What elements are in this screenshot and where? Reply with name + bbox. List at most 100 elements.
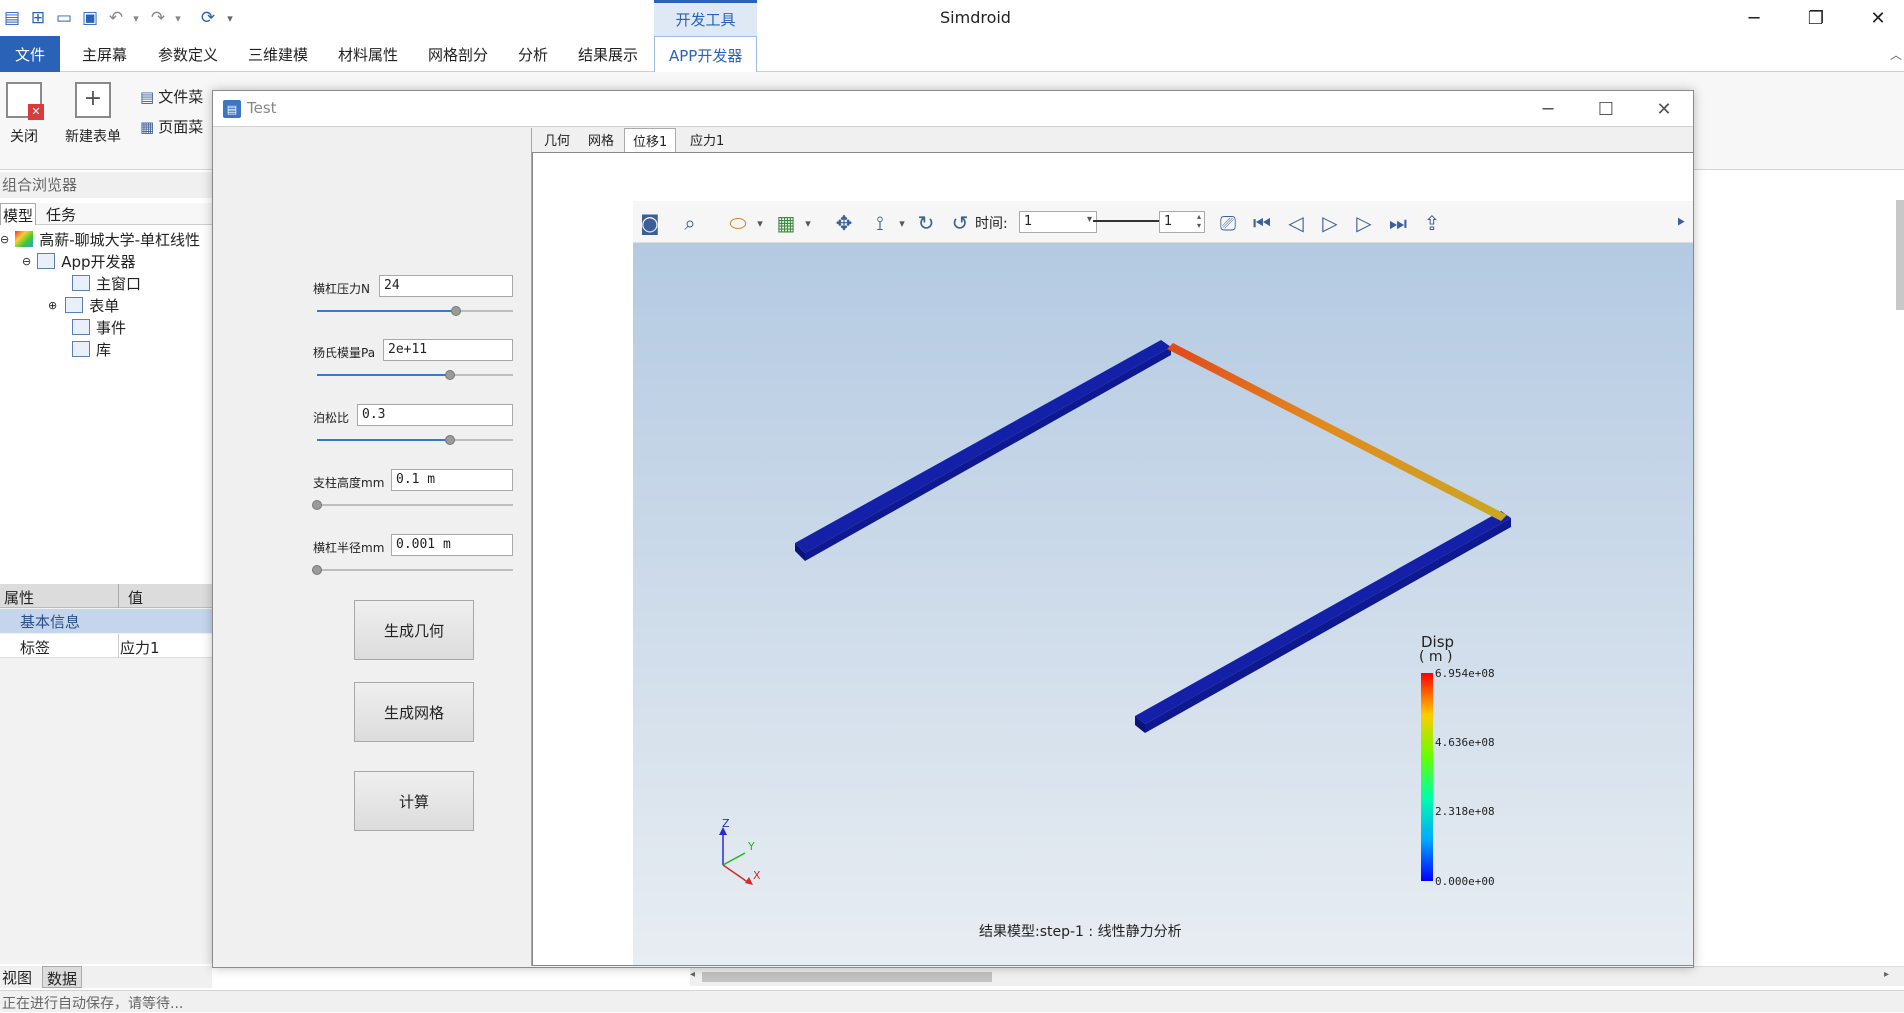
3d-scene[interactable]: Z Y X Disp ( m ) 6.954e+08 4.636e+08 2.3… xyxy=(633,243,1693,965)
restore-icon[interactable]: ❐ xyxy=(1786,0,1846,36)
library-icon xyxy=(72,341,90,357)
time-select-value: 1 xyxy=(1024,214,1033,229)
prev-frame-icon[interactable]: ◁ xyxy=(1283,211,1309,235)
poisson-ratio-input[interactable]: 0.3 xyxy=(357,404,513,426)
step-spinbox[interactable]: 1 ▴ ▾ xyxy=(1159,211,1205,233)
poisson-ratio-slider[interactable] xyxy=(317,435,513,445)
tree-node-project[interactable]: ⊖ 高薪-聊城大学-单杠线性 xyxy=(0,228,212,250)
axis-view-dropdown-icon[interactable]: ▾ xyxy=(889,211,915,235)
menu-analysis[interactable]: 分析 xyxy=(518,36,548,72)
tree-node-main-window[interactable]: 主窗口 xyxy=(0,272,212,294)
section-dropdown-icon[interactable]: ▾ xyxy=(747,211,773,235)
close-app-button[interactable]: ✕ 关闭 xyxy=(4,82,44,146)
property-row[interactable]: 标签 应力1 xyxy=(0,634,212,658)
scroll-right-icon[interactable]: ▸ xyxy=(1884,969,1889,980)
file-menu-button[interactable]: ▤ 文件菜 xyxy=(140,86,203,107)
save-icon[interactable]: ▣ xyxy=(78,6,102,30)
slider-handle[interactable] xyxy=(312,500,322,510)
tree-node-app-developer[interactable]: ⊖ App开发器 xyxy=(0,250,212,272)
redo-dropdown-icon[interactable]: ▾ xyxy=(166,6,190,30)
property-key: 标签 xyxy=(20,639,51,657)
rotate-ccw-icon[interactable]: ↺ xyxy=(947,211,973,235)
menu-meshing[interactable]: 网格剖分 xyxy=(428,36,488,72)
generate-geometry-button[interactable]: 生成几何 xyxy=(354,600,474,660)
collapse-icon[interactable]: ⊖ xyxy=(0,233,9,246)
zoom-search-icon[interactable]: ⌕ xyxy=(677,211,703,235)
generate-mesh-button[interactable]: 生成网格 xyxy=(354,682,474,742)
column-height-label: 支柱高度mm xyxy=(313,476,385,490)
bar-radius-input[interactable]: 0.001 m xyxy=(391,534,513,556)
column-height-slider[interactable] xyxy=(312,500,513,510)
tree-node-forms[interactable]: ⊕ 表单 xyxy=(0,294,212,316)
tab-mesh[interactable]: 网格 xyxy=(580,128,622,150)
scrollbar-thumb[interactable] xyxy=(702,972,992,982)
tab-data[interactable]: 数据 xyxy=(42,966,83,988)
youngs-modulus-input[interactable]: 2e+11 xyxy=(383,339,513,361)
bar-radius-slider[interactable] xyxy=(312,565,513,575)
compute-button[interactable]: 计算 xyxy=(354,771,474,831)
undo-dropdown-icon[interactable]: ▾ xyxy=(124,6,148,30)
slider-handle[interactable] xyxy=(445,435,455,445)
scroll-left-icon[interactable]: ◂ xyxy=(690,969,695,980)
quick-access-dropdown-icon[interactable]: ▾ xyxy=(218,6,242,30)
tab-geometry[interactable]: 几何 xyxy=(536,128,578,150)
menu-params[interactable]: 参数定义 xyxy=(158,36,218,72)
pressure-input[interactable]: 24 xyxy=(379,275,513,297)
legend-value-3: 2.318e+08 xyxy=(1435,805,1495,818)
property-value[interactable]: 应力1 xyxy=(120,637,160,658)
horizontal-scrollbar[interactable]: ◂ ▸ xyxy=(690,966,1904,986)
tab-tasks[interactable]: 任务 xyxy=(44,203,78,225)
step-spinbox-value: 1 xyxy=(1164,214,1173,229)
new-form-button[interactable]: + 新建表单 xyxy=(60,82,126,146)
dialog-titlebar: ▤ Test ─ ☐ ✕ xyxy=(213,91,1693,127)
menu-file[interactable]: 文件 xyxy=(0,36,60,72)
tab-view[interactable]: 视图 xyxy=(0,966,34,988)
tree-node-events[interactable]: 事件 xyxy=(0,316,212,338)
first-frame-icon[interactable]: ⏮ xyxy=(1249,211,1275,235)
menu-app-developer[interactable]: APP开发器 xyxy=(654,36,758,73)
youngs-modulus-slider[interactable] xyxy=(317,370,513,380)
tab-displacement[interactable]: 位移1 xyxy=(624,128,677,152)
menu-3d-modeling[interactable]: 三维建模 xyxy=(248,36,308,72)
triad-x-label: X xyxy=(753,869,761,882)
menu-home[interactable]: 主屏幕 xyxy=(82,36,127,72)
display-mode-dropdown-icon[interactable]: ▾ xyxy=(795,211,821,235)
slider-handle[interactable] xyxy=(312,565,322,575)
context-tab-devtools[interactable]: 开发工具 xyxy=(654,0,757,36)
refresh-icon[interactable]: ⟳ xyxy=(196,6,220,30)
dialog-minimize-icon[interactable]: ─ xyxy=(1519,91,1577,127)
next-frame-icon[interactable]: ▷ xyxy=(1351,211,1377,235)
record-video-icon[interactable]: ⎚ xyxy=(1215,211,1241,235)
tab-stress[interactable]: 应力1 xyxy=(682,128,732,150)
fit-view-icon[interactable]: ✥ xyxy=(831,211,857,235)
open-folder-icon[interactable]: ▭ xyxy=(52,6,76,30)
slider-handle[interactable] xyxy=(451,306,461,316)
dialog-maximize-icon[interactable]: ☐ xyxy=(1577,91,1635,127)
collapse-ribbon-icon[interactable]: ︿ xyxy=(1890,36,1902,72)
slider-handle[interactable] xyxy=(445,370,455,380)
last-frame-icon[interactable]: ⏭ xyxy=(1385,211,1411,235)
play-icon[interactable]: ▷ xyxy=(1317,211,1343,235)
time-select[interactable]: 1 ▾ xyxy=(1019,211,1097,233)
toolbar-more-icon[interactable]: ⯈ xyxy=(1673,211,1689,235)
minimize-icon[interactable]: ─ xyxy=(1724,0,1784,36)
expand-icon[interactable]: ⊕ xyxy=(48,299,57,312)
close-window-icon[interactable]: ✕ xyxy=(1848,0,1904,36)
tree-node-library[interactable]: 库 xyxy=(0,338,212,360)
collapse-icon[interactable]: ⊖ xyxy=(22,255,31,268)
vertical-scrollbar[interactable] xyxy=(1896,200,1904,310)
tab-model[interactable]: 模型 xyxy=(0,203,37,225)
rotate-cw-icon[interactable]: ↻ xyxy=(913,211,939,235)
dialog-close-icon[interactable]: ✕ xyxy=(1635,91,1693,127)
screenshot-camera-icon[interactable]: ◙ xyxy=(637,211,663,235)
model-render: Z Y X xyxy=(719,340,1511,885)
frame-slider[interactable] xyxy=(1093,212,1163,222)
export-icon[interactable]: ⇪ xyxy=(1419,211,1445,235)
pressure-slider[interactable] xyxy=(317,306,513,316)
page-menu-button[interactable]: ▦ 页面菜 xyxy=(140,116,203,137)
new-icon[interactable]: ⊞ xyxy=(26,6,50,30)
column-height-input[interactable]: 0.1 m xyxy=(391,469,513,491)
spin-arrows-icon[interactable]: ▴ ▾ xyxy=(1197,212,1201,230)
menu-materials[interactable]: 材料属性 xyxy=(338,36,398,72)
menu-results[interactable]: 结果展示 xyxy=(578,36,638,72)
